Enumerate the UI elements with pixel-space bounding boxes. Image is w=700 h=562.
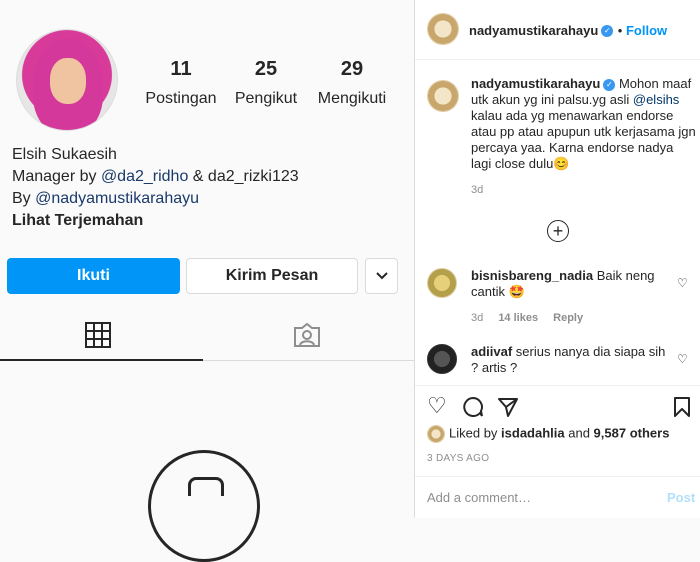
liked-count[interactable]: 9,587 others (594, 425, 670, 440)
share-paper-plane-icon[interactable] (497, 396, 519, 418)
caption-author-avatar[interactable] (427, 80, 459, 112)
caption-verified-icon: ✓ (603, 78, 616, 91)
profile-name: Elsih Sukaesih (12, 146, 117, 163)
profile-panel: 11 Postingan 25 Pengikut 29 Mengikuti El… (0, 0, 414, 562)
stat-posts-count: 11 (170, 58, 192, 80)
tagged-user-icon (294, 322, 320, 347)
translate-link[interactable]: Lihat Terjemahan (12, 212, 143, 230)
caption-part2: kalau ada yg menawarkan endorse atau pp … (471, 108, 696, 171)
follow-button[interactable]: Ikuti (7, 258, 180, 294)
stat-followers-count: 25 (254, 58, 278, 80)
likes-summary: Liked by isdadahlia and 9,587 others (427, 425, 669, 443)
post-date: 3 DAYS AGO (427, 453, 490, 464)
caption-mention[interactable]: @elsihs (633, 92, 679, 107)
comment-time: 3d (471, 312, 484, 324)
header-follow-link[interactable]: Follow (626, 23, 667, 38)
tagged-tab[interactable] (293, 322, 321, 355)
liked-by-prefix: Liked by (449, 425, 502, 441)
comment-avatar[interactable] (427, 344, 457, 374)
comment-username[interactable]: bisnisbareng_nadia (471, 268, 593, 283)
comment-bubble-icon[interactable] (462, 396, 484, 418)
bio-by-prefix: By (12, 190, 36, 207)
comment-text: bisnisbareng_nadia Baik neng cantik 🤩 (471, 268, 667, 300)
suggested-dropdown-button[interactable] (365, 258, 398, 294)
grid-icon (85, 322, 111, 348)
bookmark-icon[interactable] (673, 396, 691, 418)
comment-avatar[interactable] (427, 268, 457, 298)
comment-username[interactable]: adiivaf (471, 344, 512, 359)
add-comment-divider (415, 476, 700, 477)
liked-by-user[interactable]: isdadahlia (501, 425, 565, 440)
caption-username[interactable]: nadyamustikarahayu (471, 76, 600, 91)
comment-meta: 3d 14 likes Reply (471, 312, 583, 324)
grid-tab[interactable] (85, 322, 111, 353)
post-header: nadyamustikarahayu ✓ • Follow (415, 0, 700, 60)
camera-icon (148, 450, 260, 562)
dot-separator: • (617, 23, 626, 38)
bio-manager-prefix: Manager by (12, 168, 101, 185)
stat-posts: 11 Postingan (145, 58, 217, 108)
active-tab-indicator (0, 359, 203, 361)
load-more-comments-button[interactable]: + (547, 220, 569, 242)
actions-divider (415, 385, 700, 386)
post-author-avatar[interactable] (427, 13, 459, 45)
comment-likes[interactable]: 14 likes (498, 312, 538, 324)
bio-by-line: By @nadyamustikarahayu (12, 190, 199, 208)
plus-icon: + (552, 221, 564, 241)
chevron-down-icon (375, 272, 388, 280)
bio-mention-nadya[interactable]: @nadyamustikarahayu (35, 190, 199, 207)
comment-like-heart-icon[interactable]: ♡ (677, 352, 688, 366)
stat-followers-label: Pengikut (234, 90, 298, 107)
caption-time: 3d (471, 184, 484, 196)
comment-text: adiivaf serius nanya dia siapa sih ? art… (471, 344, 667, 376)
bio-mention-ridho[interactable]: @da2_ridho (101, 168, 188, 185)
stat-following-label: Mengikuti (317, 90, 387, 107)
bio-manager-suffix: & da2_rizki123 (188, 168, 299, 185)
profile-avatar[interactable] (16, 29, 118, 131)
send-message-button[interactable]: Kirim Pesan (186, 258, 358, 294)
liked-by-and: and (564, 425, 594, 441)
comment-like-heart-icon[interactable]: ♡ (677, 276, 688, 290)
post-comment-button[interactable]: Post (667, 490, 695, 505)
bio-manager-line: Manager by @da2_ridho & da2_rizki123 (12, 168, 299, 186)
caption-text: nadyamustikarahayu ✓ Mohon maaf utk akun … (471, 76, 697, 198)
stat-followers[interactable]: 25 Pengikut (234, 58, 298, 108)
stat-following[interactable]: 29 Mengikuti (316, 58, 388, 108)
add-comment-input[interactable]: Add a comment… (427, 490, 531, 505)
comment-reply[interactable]: Reply (553, 312, 583, 324)
post-panel: nadyamustikarahayu ✓ • Follow nadyamustik… (414, 0, 700, 518)
verified-badge-icon: ✓ (601, 24, 614, 37)
post-author-username[interactable]: nadyamustikarahayu (469, 23, 598, 38)
like-heart-icon[interactable]: ♡ (427, 394, 447, 418)
stat-posts-label: Postingan (145, 90, 217, 107)
stat-following-count: 29 (340, 58, 364, 80)
liker-avatar[interactable] (427, 425, 445, 443)
